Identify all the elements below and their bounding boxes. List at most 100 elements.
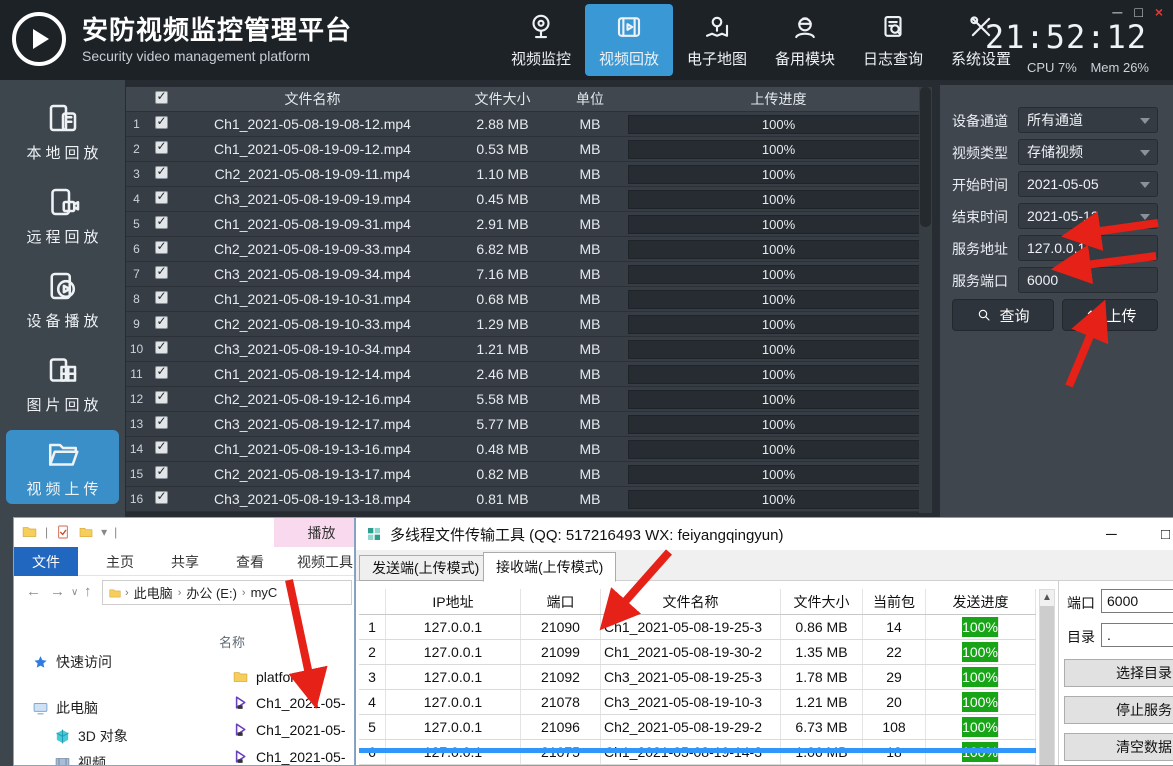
scroll-up-icon[interactable]: ▲	[1040, 590, 1054, 606]
minimize-icon[interactable]: ─	[1112, 4, 1122, 20]
directory-input[interactable]: .	[1101, 623, 1173, 647]
form-select[interactable]: 2021-05-05	[1018, 171, 1158, 197]
sidebar-item-picture-playback[interactable]: 图片回放	[6, 346, 119, 420]
table-row[interactable]: 8Ch1_2021-05-08-19-10-31.mp40.68 MBMB100…	[126, 287, 932, 312]
choose-directory-button[interactable]: 选择目录	[1064, 659, 1173, 687]
explorer-titlebar[interactable]: |▾| 播放	[14, 518, 354, 547]
row-checkbox[interactable]	[155, 416, 168, 429]
row-checkbox[interactable]	[155, 116, 168, 129]
tab-主页[interactable]: 主页	[92, 547, 148, 576]
tree-item-pc[interactable]: 此电脑	[32, 698, 98, 718]
row-checkbox[interactable]	[155, 441, 168, 454]
form-select[interactable]: 存储视频	[1018, 139, 1158, 165]
scrollbar-thumb[interactable]	[1040, 606, 1054, 766]
upload-button[interactable]: 上传	[1062, 299, 1158, 331]
selected-row-highlight[interactable]	[359, 748, 1036, 753]
list-item[interactable]: platforms	[232, 668, 314, 685]
port-input[interactable]: 6000	[1101, 589, 1173, 613]
clear-data-button[interactable]: 清空数据	[1064, 733, 1173, 761]
sidebar-item-device-play[interactable]: 设备播放	[6, 262, 119, 336]
breadcrumb-item[interactable]: myC	[251, 585, 278, 600]
table-row[interactable]: 1127.0.0.121090Ch1_2021-05-08-19-25-30.8…	[359, 615, 1036, 640]
row-checkbox[interactable]	[155, 466, 168, 479]
stop-service-button[interactable]: 停止服务	[1064, 696, 1173, 724]
form-select[interactable]: 所有通道	[1018, 107, 1158, 133]
files-name-header[interactable]: 名称	[219, 632, 245, 651]
list-item[interactable]: Ch1_2021-05-	[232, 748, 346, 765]
header-filesize[interactable]: 文件大小	[781, 589, 863, 614]
table-row[interactable]: 16Ch3_2021-05-08-19-13-18.mp40.81 MBMB10…	[126, 487, 932, 512]
table-row[interactable]: 13Ch3_2021-05-08-19-12-17.mp45.77 MBMB10…	[126, 412, 932, 437]
tab-查看[interactable]: 查看	[222, 547, 278, 576]
history-chevron-icon[interactable]: ∨	[71, 587, 78, 598]
tab-sender[interactable]: 发送端(上传模式)	[359, 555, 492, 581]
header-ip[interactable]: IP地址	[386, 589, 521, 614]
close-icon[interactable]: ×	[1155, 4, 1163, 20]
table-row[interactable]: 10Ch3_2021-05-08-19-10-34.mp41.21 MBMB10…	[126, 337, 932, 362]
row-checkbox[interactable]	[155, 341, 168, 354]
breadcrumb-item[interactable]: 办公 (E:)	[186, 583, 237, 602]
tab-video-tools[interactable]: 视频工具	[282, 547, 355, 576]
table-scrollbar[interactable]	[919, 87, 932, 513]
select-all-checkbox[interactable]	[155, 91, 168, 104]
transfer-titlebar[interactable]: 多线程文件传输工具 (QQ: 517216493 WX: feiyangqing…	[356, 518, 1173, 550]
breadcrumb-item[interactable]: 此电脑	[134, 583, 173, 602]
header-unit[interactable]: 单位	[555, 89, 625, 109]
tree-item-cube[interactable]: 3D 对象	[54, 726, 128, 746]
form-select[interactable]: 2021-05-12	[1018, 203, 1158, 229]
row-checkbox[interactable]	[155, 266, 168, 279]
table-row[interactable]: 15Ch2_2021-05-08-19-13-17.mp40.82 MBMB10…	[126, 462, 932, 487]
table-row[interactable]: 4Ch3_2021-05-08-19-09-19.mp40.45 MBMB100…	[126, 187, 932, 212]
maximize-icon[interactable]: □	[1134, 4, 1142, 20]
row-checkbox[interactable]	[155, 491, 168, 504]
header-filename[interactable]: 文件名称	[601, 589, 781, 614]
form-input[interactable]: 6000	[1018, 267, 1158, 293]
table-row[interactable]: 3Ch2_2021-05-08-19-09-11.mp41.10 MBMB100…	[126, 162, 932, 187]
row-checkbox[interactable]	[155, 366, 168, 379]
header-packet[interactable]: 当前包	[863, 589, 926, 614]
table-row[interactable]: 4127.0.0.121078Ch3_2021-05-08-19-10-31.2…	[359, 690, 1036, 715]
minimize-icon[interactable]: ─	[1106, 526, 1117, 543]
table-row[interactable]: 5Ch1_2021-05-08-19-09-31.mp42.91 MBMB100…	[126, 212, 932, 237]
table-row[interactable]: 11Ch1_2021-05-08-19-12-14.mp42.46 MBMB10…	[126, 362, 932, 387]
table-row[interactable]: 6Ch2_2021-05-08-19-09-33.mp46.82 MBMB100…	[126, 237, 932, 262]
nav-item-map[interactable]: 电子地图	[673, 4, 761, 76]
back-icon[interactable]: ←	[26, 583, 41, 600]
list-item[interactable]: Ch1_2021-05-	[232, 721, 346, 738]
breadcrumb[interactable]: ›此电脑›办公 (E:)›myC	[102, 580, 352, 605]
tab-共享[interactable]: 共享	[157, 547, 213, 576]
tab-receiver[interactable]: 接收端(上传模式)	[483, 552, 616, 582]
query-button[interactable]: 查询	[952, 299, 1054, 331]
row-checkbox[interactable]	[155, 291, 168, 304]
table-row[interactable]: 2127.0.0.121099Ch1_2021-05-08-19-30-21.3…	[359, 640, 1036, 665]
table-row[interactable]: 14Ch1_2021-05-08-19-13-16.mp40.48 MBMB10…	[126, 437, 932, 462]
transfer-scrollbar[interactable]: ▲	[1039, 589, 1055, 766]
row-checkbox[interactable]	[155, 316, 168, 329]
table-row[interactable]: 5127.0.0.121096Ch2_2021-05-08-19-29-26.7…	[359, 715, 1036, 740]
table-row[interactable]: 12Ch2_2021-05-08-19-12-16.mp45.58 MBMB10…	[126, 387, 932, 412]
tab-file[interactable]: 文件	[14, 547, 78, 576]
table-row[interactable]: 7Ch3_2021-05-08-19-09-34.mp47.16 MBMB100…	[126, 262, 932, 287]
nav-item-webcam[interactable]: 视频监控	[497, 4, 585, 76]
row-checkbox[interactable]	[155, 166, 168, 179]
qat-dropdown-icon[interactable]: ▾	[101, 525, 107, 539]
row-checkbox[interactable]	[155, 191, 168, 204]
list-item[interactable]: Ch1_2021-05-	[232, 694, 346, 711]
explorer-play-tab[interactable]: 播放	[274, 518, 355, 547]
up-icon[interactable]: ↑	[84, 583, 92, 600]
table-row[interactable]: 2Ch1_2021-05-08-19-09-12.mp40.53 MBMB100…	[126, 137, 932, 162]
table-row[interactable]: 1Ch1_2021-05-08-19-08-12.mp42.88 MBMB100…	[126, 112, 932, 137]
nav-item-log[interactable]: 日志查询	[849, 4, 937, 76]
row-checkbox[interactable]	[155, 141, 168, 154]
row-checkbox[interactable]	[155, 241, 168, 254]
nav-item-playback[interactable]: 视频回放	[585, 4, 673, 76]
scrollbar-thumb[interactable]	[920, 87, 931, 227]
sidebar-item-video-upload[interactable]: 视频上传	[6, 430, 119, 504]
row-checkbox[interactable]	[155, 391, 168, 404]
forward-icon[interactable]: →	[50, 583, 65, 600]
nav-item-worker[interactable]: 备用模块	[761, 4, 849, 76]
row-checkbox[interactable]	[155, 216, 168, 229]
tree-item-film[interactable]: 视频	[54, 753, 106, 766]
sidebar-item-local-playback[interactable]: 本地回放	[6, 94, 119, 168]
sidebar-item-remote-playback[interactable]: 远程回放	[6, 178, 119, 252]
